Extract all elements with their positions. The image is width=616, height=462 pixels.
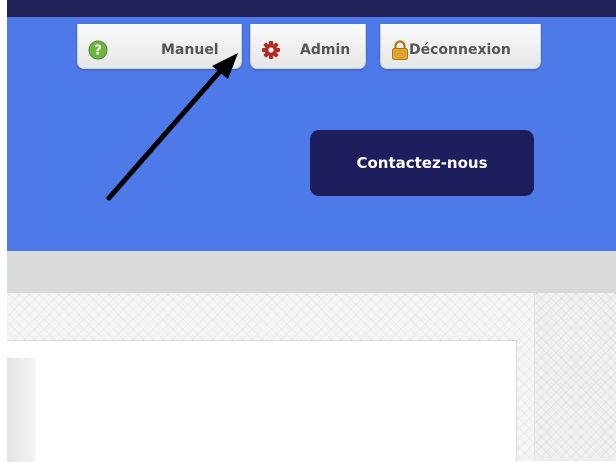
header-banner: ? Manuel Admin Déconnexion Contactez-nou… (7, 17, 616, 251)
help-icon: ? (88, 40, 108, 60)
gear-icon (262, 41, 280, 59)
right-sidebar (534, 293, 616, 461)
logout-tab-label: Déconnexion (409, 42, 511, 58)
top-strip (0, 0, 616, 17)
manual-tab[interactable]: ? Manuel (77, 24, 242, 69)
panel-left-strip (7, 358, 35, 462)
admin-tab[interactable]: Admin (250, 24, 366, 69)
logout-tab[interactable]: Déconnexion (380, 24, 541, 69)
main-content-panel (7, 340, 517, 462)
navigation-bar (7, 251, 616, 293)
contact-us-button[interactable]: Contactez-nous (310, 130, 534, 196)
contact-us-label: Contactez-nous (356, 154, 488, 172)
svg-text:?: ? (94, 44, 102, 59)
manual-tab-label: Manuel (161, 42, 219, 58)
admin-tab-label: Admin (300, 42, 351, 58)
left-margin (0, 0, 7, 461)
lock-icon (392, 40, 408, 60)
